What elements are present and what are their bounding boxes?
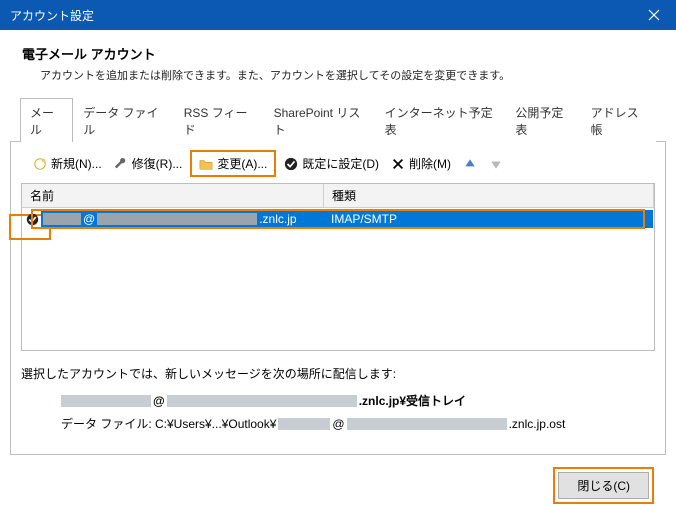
- delivery-line-2: データ ファイル: C:¥Users¥...¥Outlook¥@.znlc.jp…: [61, 415, 655, 432]
- title-bar: アカウント設定: [0, 0, 676, 30]
- default-check-icon: [23, 213, 41, 226]
- close-icon[interactable]: [642, 3, 666, 27]
- delete-button[interactable]: 削除(M): [387, 153, 455, 174]
- header-title: 電子メール アカウント: [22, 44, 654, 63]
- highlight-change: 変更(A)...: [190, 150, 276, 177]
- new-icon: [33, 157, 47, 171]
- tab-rss[interactable]: RSS フィード: [174, 98, 264, 142]
- tab-sharepoint[interactable]: SharePoint リスト: [264, 98, 375, 142]
- arrow-up-icon: [463, 157, 477, 171]
- wrench-icon: [114, 157, 128, 171]
- new-button[interactable]: 新規(N)...: [29, 153, 106, 174]
- delivery-section: 選択したアカウントでは、新しいメッセージを次の場所に配信します: @.znlc.…: [10, 351, 666, 455]
- dialog-header: 電子メール アカウント アカウントを追加または削除できます。また、アカウントを選…: [0, 30, 676, 97]
- highlight-close: 閉じる(C): [553, 467, 654, 504]
- col-name-header[interactable]: 名前: [22, 184, 324, 207]
- account-row[interactable]: @.znlc.jp IMAP/SMTP: [23, 209, 653, 229]
- window-title: アカウント設定: [10, 7, 94, 24]
- account-name-cell: @.znlc.jp: [41, 212, 325, 226]
- account-type-cell: IMAP/SMTP: [325, 212, 397, 226]
- tab-public-cal[interactable]: 公開予定表: [505, 98, 580, 142]
- x-icon: [391, 157, 405, 171]
- set-default-button[interactable]: 既定に設定(D): [280, 153, 383, 174]
- move-down-button[interactable]: [485, 155, 507, 173]
- change-button[interactable]: 変更(A)...: [195, 153, 271, 174]
- header-subtitle: アカウントを追加または削除できます。また、アカウントを選択してその設定を変更でき…: [22, 67, 654, 83]
- folder-icon: [199, 157, 213, 171]
- close-button[interactable]: 閉じる(C): [558, 472, 649, 499]
- toolbar: 新規(N)... 修復(R)... 変更(A)... 既定に設定(D) 削除(M…: [10, 142, 666, 183]
- tab-internet-cal[interactable]: インターネット予定表: [375, 98, 506, 142]
- tab-data-files[interactable]: データ ファイル: [73, 98, 174, 142]
- tab-address-book[interactable]: アドレス帳: [581, 98, 656, 142]
- tab-bar: メール データ ファイル RSS フィード SharePoint リスト インタ…: [10, 97, 666, 142]
- list-header: 名前 種類: [22, 184, 654, 208]
- delivery-label: 選択したアカウントでは、新しいメッセージを次の場所に配信します:: [21, 365, 655, 382]
- col-type-header[interactable]: 種類: [324, 184, 654, 207]
- delivery-line-1: @.znlc.jp¥受信トレイ: [61, 392, 655, 409]
- check-circle-icon: [284, 157, 298, 171]
- account-list: 名前 種類 @.znlc.jp IMAP/SMTP: [21, 183, 655, 351]
- tab-mail[interactable]: メール: [20, 98, 73, 142]
- repair-button[interactable]: 修復(R)...: [110, 153, 187, 174]
- arrow-down-icon: [489, 157, 503, 171]
- dialog-footer: 閉じる(C): [0, 455, 676, 504]
- move-up-button[interactable]: [459, 155, 481, 173]
